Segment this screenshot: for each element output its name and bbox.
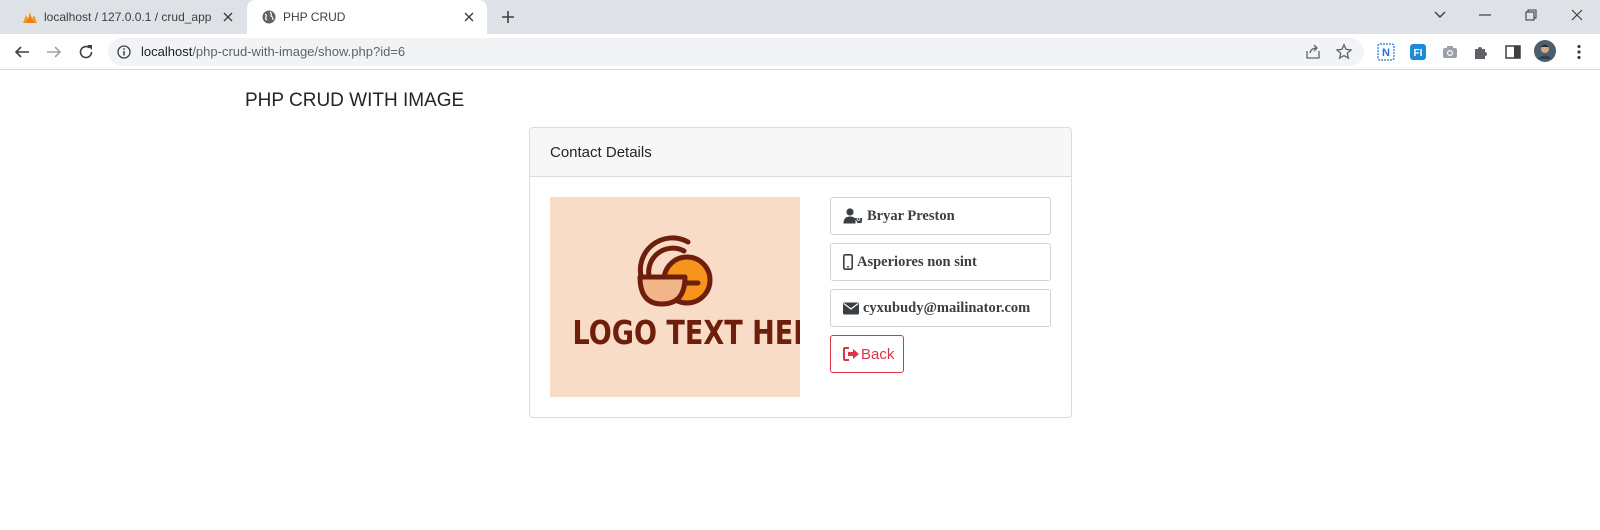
card-header-title: Contact Details bbox=[550, 144, 652, 161]
back-arrow-icon[interactable] bbox=[10, 40, 34, 64]
contact-name-field: Bryar Preston bbox=[830, 197, 1051, 235]
share-icon[interactable] bbox=[1305, 44, 1321, 60]
globe-icon bbox=[261, 9, 277, 25]
svg-text:FI: FI bbox=[1414, 48, 1423, 59]
menu-kebab-icon[interactable] bbox=[1570, 43, 1588, 61]
close-tab-icon[interactable] bbox=[461, 9, 477, 25]
side-panel-icon[interactable] bbox=[1504, 43, 1522, 61]
back-button-label: Back bbox=[861, 345, 895, 363]
phpmyadmin-icon bbox=[22, 9, 38, 25]
minimize-icon[interactable] bbox=[1471, 3, 1499, 27]
contact-image: LOGO TEXT HERE bbox=[550, 197, 800, 397]
site-info-icon[interactable] bbox=[117, 45, 131, 59]
tab-php-crud[interactable]: PHP CRUD bbox=[247, 0, 487, 34]
url-host: localhost bbox=[141, 44, 193, 59]
contact-email: cyxubudy@mailinator.com bbox=[863, 299, 1031, 316]
restore-icon[interactable] bbox=[1517, 3, 1545, 27]
browser-toolbar: localhost/php-crud-with-image/show.php?i… bbox=[0, 34, 1600, 70]
mobile-phone-icon bbox=[843, 254, 853, 270]
tab-search-chevron-icon[interactable] bbox=[1426, 3, 1454, 27]
contact-phone: Asperiores non sint bbox=[857, 253, 977, 270]
bookmark-star-icon[interactable] bbox=[1335, 43, 1353, 61]
profile-avatar-icon[interactable] bbox=[1534, 40, 1556, 62]
url-text: localhost/php-crud-with-image/show.php?i… bbox=[141, 44, 405, 59]
tab-title: PHP CRUD bbox=[283, 10, 346, 24]
coffee-logo-icon bbox=[550, 197, 800, 397]
url-path: /php-crud-with-image/show.php?id=6 bbox=[192, 44, 406, 59]
address-bar[interactable]: localhost/php-crud-with-image/show.php?i… bbox=[108, 38, 1364, 66]
contact-details-card: Contact Details LOGO TEXT HERE Bryar Pre… bbox=[529, 127, 1072, 418]
close-window-icon[interactable] bbox=[1563, 3, 1591, 27]
back-button[interactable]: Back bbox=[830, 335, 904, 373]
new-tab-icon[interactable] bbox=[498, 7, 518, 27]
tab-strip: localhost / 127.0.0.1 / crud_app | PHP C… bbox=[0, 0, 1600, 34]
tab-phpmyadmin[interactable]: localhost / 127.0.0.1 / crud_app | bbox=[8, 0, 246, 34]
card-header: Contact Details bbox=[530, 128, 1071, 177]
extensions-puzzle-icon[interactable] bbox=[1472, 43, 1490, 61]
envelope-icon bbox=[843, 302, 859, 315]
extension-fi-icon[interactable]: FI bbox=[1409, 43, 1427, 61]
extension-n-icon[interactable]: N bbox=[1377, 43, 1395, 61]
contact-phone-field: Asperiores non sint bbox=[830, 243, 1051, 281]
sign-out-icon bbox=[843, 347, 860, 361]
camera-icon[interactable] bbox=[1441, 43, 1459, 61]
logo-text: LOGO TEXT HERE bbox=[572, 313, 801, 352]
svg-text:N: N bbox=[1382, 47, 1390, 59]
contact-name: Bryar Preston bbox=[867, 207, 955, 224]
tab-title: localhost / 127.0.0.1 / crud_app | bbox=[44, 10, 214, 24]
reload-icon[interactable] bbox=[74, 40, 98, 64]
close-tab-icon[interactable] bbox=[220, 9, 236, 25]
page-title: PHP CRUD WITH IMAGE bbox=[245, 90, 465, 111]
contact-email-field: cyxubudy@mailinator.com bbox=[830, 289, 1051, 327]
forward-arrow-icon[interactable] bbox=[42, 40, 66, 64]
user-icon bbox=[843, 208, 863, 224]
